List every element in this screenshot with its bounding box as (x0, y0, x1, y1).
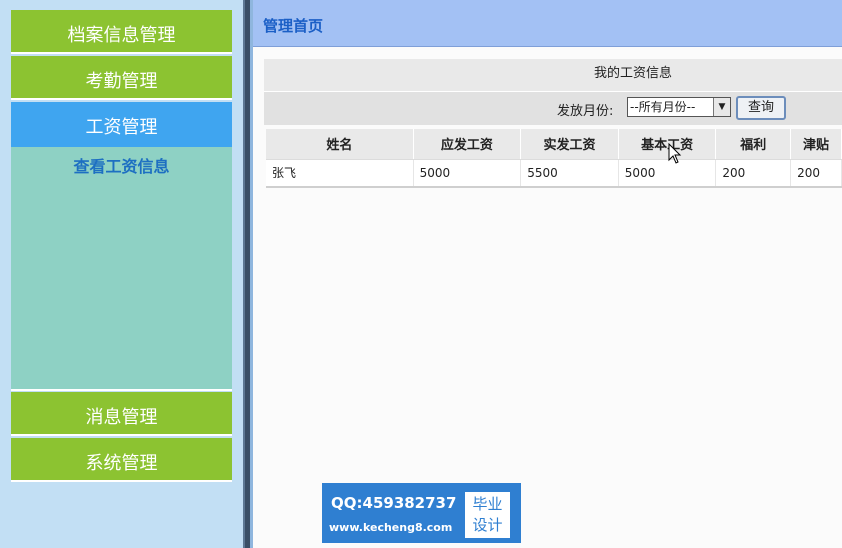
month-select[interactable]: --所有月份-- ▼ (627, 97, 731, 117)
sidebar-divider[interactable] (243, 0, 253, 548)
menu-system-management[interactable]: 系统管理 (11, 438, 232, 482)
watermark-badge: 毕业 设计 (465, 492, 510, 538)
table-row: 张飞 5000 5500 5000 200 200 (266, 159, 842, 188)
sidebar: 档案信息管理 考勤管理 工资管理 查看工资信息 消息管理 系统管理 (0, 0, 243, 548)
query-button[interactable]: 查询 (736, 96, 786, 120)
filter-bar: 发放月份: --所有月份-- ▼ 查询 (264, 92, 842, 125)
menu-salary-management[interactable]: 工资管理 (11, 102, 232, 147)
mouse-pointer-icon (668, 143, 682, 164)
page-title: 管理首页 (263, 17, 324, 35)
salary-submenu: 查看工资信息 (11, 147, 232, 391)
cell-gross-salary: 5000 (413, 159, 522, 188)
column-header-net-salary: 实发工资 (520, 129, 619, 160)
watermark-site: www.kecheng8.com (329, 521, 453, 534)
cell-name: 张飞 (266, 159, 414, 188)
watermark-banner: QQ:459382737 www.kecheng8.com 毕业 设计 (322, 483, 521, 543)
column-header-name: 姓名 (266, 129, 414, 160)
salary-panel: 我的工资信息 发放月份: --所有月份-- ▼ 查询 姓名 应发工资 实发工资 … (264, 59, 842, 188)
column-header-welfare: 福利 (715, 129, 792, 160)
table-header-row: 姓名 应发工资 实发工资 基本工资 福利 津贴 (266, 129, 842, 160)
watermark-qq: QQ:459382737 (331, 494, 457, 512)
chevron-down-icon[interactable]: ▼ (713, 98, 730, 116)
month-filter-label: 发放月份: (557, 104, 614, 119)
column-header-allowance: 津贴 (790, 129, 842, 160)
cell-welfare: 200 (715, 159, 792, 188)
cell-allowance: 200 (790, 159, 842, 188)
column-header-gross-salary: 应发工资 (413, 129, 522, 160)
watermark-badge-line1: 毕业 (472, 495, 503, 513)
panel-title: 我的工资信息 (264, 59, 842, 92)
main-content: 管理首页 我的工资信息 发放月份: --所有月份-- ▼ 查询 姓名 应发工资 … (253, 0, 842, 548)
menu-attendance-management[interactable]: 考勤管理 (11, 56, 232, 100)
cell-net-salary: 5500 (520, 159, 619, 188)
submenu-view-salary-link[interactable]: 查看工资信息 (11, 153, 232, 177)
page-header: 管理首页 (253, 0, 842, 47)
menu-message-management[interactable]: 消息管理 (11, 392, 232, 436)
watermark-badge-line2: 设计 (472, 516, 503, 534)
salary-table: 姓名 应发工资 实发工资 基本工资 福利 津贴 张飞 5000 5500 500… (266, 129, 842, 188)
month-select-value: --所有月份-- (630, 100, 696, 114)
menu-archive-management[interactable]: 档案信息管理 (11, 10, 232, 54)
